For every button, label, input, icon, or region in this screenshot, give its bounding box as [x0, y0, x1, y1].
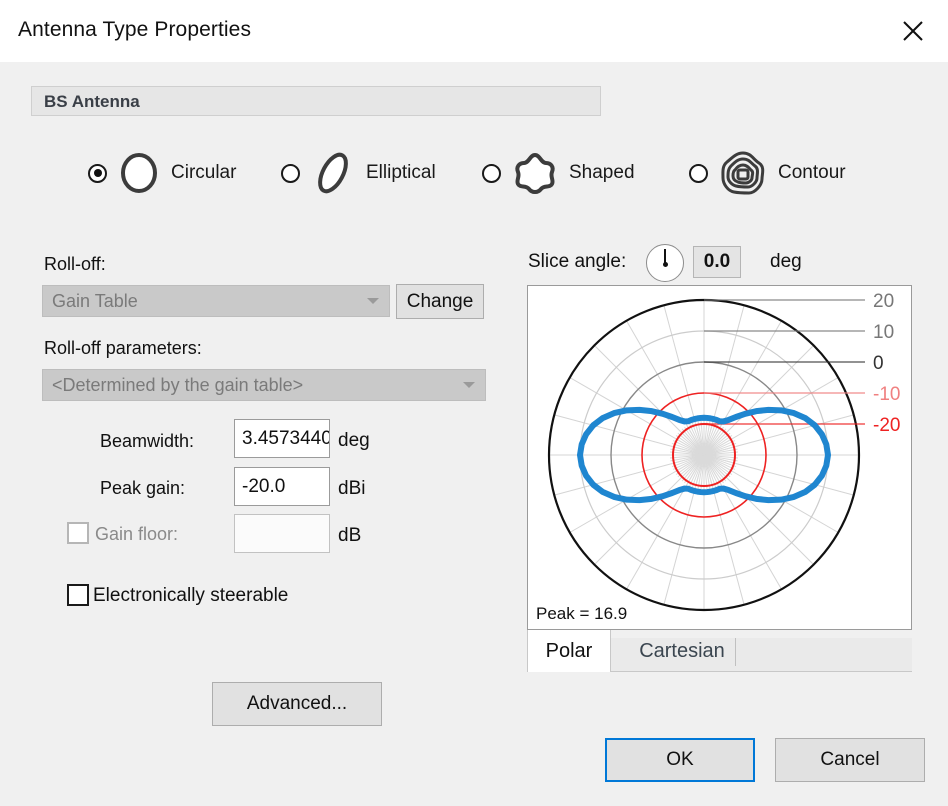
page-title: Antenna Type Properties	[18, 18, 252, 41]
beamwidth-label: Beamwidth:	[100, 431, 195, 451]
polar-plot-panel: 20 10 0 -10 -20 Peak = 16.9	[527, 285, 912, 630]
electronically-steerable-label: Electronically steerable	[93, 585, 289, 606]
slice-angle-unit: deg	[770, 251, 802, 272]
gain-floor-input[interactable]	[234, 514, 330, 553]
antenna-group-label: BS Antenna	[44, 92, 140, 111]
rolloff-label: Roll-off:	[44, 254, 106, 274]
beamwidth-input[interactable]: 3.4573440	[234, 419, 330, 458]
peak-gain-unit: dBi	[338, 478, 366, 499]
polar-plot: 20 10 0 -10 -20	[547, 291, 900, 612]
antenna-type-properties-dialog: Antenna Type Properties BS Antenna Circu…	[0, 0, 948, 806]
antenna-type-label-contour: Contour	[778, 162, 846, 183]
change-button[interactable]: Change	[396, 284, 484, 319]
antenna-type-option-shaped[interactable]: Shaped	[482, 146, 635, 200]
nested-contour-icon	[721, 151, 765, 195]
title-bar: Antenna Type Properties	[0, 0, 948, 62]
rolloff-select-value: Gain Table	[52, 290, 138, 311]
close-icon[interactable]	[888, 8, 938, 54]
radio-circular[interactable]	[88, 163, 107, 183]
gain-floor-label: Gain floor:	[95, 524, 179, 544]
antenna-type-option-circular[interactable]: Circular	[88, 146, 236, 200]
ellipse-outline-icon	[318, 152, 348, 194]
rolloff-parameters-value: <Determined by the gain table>	[52, 374, 304, 395]
svg-text:0: 0	[873, 353, 884, 374]
peak-gain-value: -20.0	[242, 475, 286, 497]
rolloff-select[interactable]: Gain Table	[42, 285, 390, 317]
beamwidth-unit: deg	[338, 430, 370, 451]
svg-text:10: 10	[873, 322, 894, 343]
electronically-steerable-checkbox[interactable]	[67, 584, 89, 606]
antenna-group-band: BS Antenna	[31, 86, 601, 116]
plot-tabstrip: Polar Cartesian	[527, 630, 912, 672]
radio-contour[interactable]	[689, 163, 708, 183]
gain-floor-unit: dB	[338, 525, 362, 546]
ok-button[interactable]: OK	[605, 738, 755, 782]
peak-gain-input[interactable]: -20.0	[234, 467, 330, 506]
gain-floor-checkbox[interactable]	[67, 522, 89, 544]
tab-polar[interactable]: Polar	[527, 630, 611, 672]
antenna-type-option-contour[interactable]: Contour	[689, 146, 846, 200]
antenna-type-radio-group: Circular Elliptical Shaped Contour	[0, 146, 948, 202]
radio-elliptical[interactable]	[281, 163, 300, 183]
antenna-type-option-elliptical[interactable]: Elliptical	[281, 146, 436, 200]
chevron-down-icon	[367, 298, 379, 304]
svg-text:-10: -10	[873, 384, 900, 405]
dial-knob-icon[interactable]	[646, 244, 684, 282]
svg-text:20: 20	[873, 291, 894, 312]
cancel-button[interactable]: Cancel	[775, 738, 925, 782]
circle-outline-icon	[121, 153, 157, 193]
antenna-type-label-elliptical: Elliptical	[366, 162, 436, 183]
rolloff-parameters-select[interactable]: <Determined by the gain table>	[42, 369, 486, 401]
antenna-type-label-shaped: Shaped	[569, 162, 635, 183]
peak-value-label: Peak = 16.9	[536, 604, 628, 623]
rolloff-parameters-label: Roll-off parameters:	[44, 338, 202, 358]
slice-angle-label: Slice angle:	[528, 251, 627, 272]
radio-shaped[interactable]	[482, 163, 501, 183]
antenna-type-label-circular: Circular	[171, 162, 237, 183]
advanced-button[interactable]: Advanced...	[212, 682, 382, 726]
tab-cartesian[interactable]: Cartesian	[617, 630, 747, 672]
chevron-down-icon	[463, 382, 475, 388]
blob-star-icon	[515, 153, 555, 194]
svg-text:-20: -20	[873, 415, 900, 436]
beamwidth-value: 3.4573440	[242, 427, 330, 449]
slice-angle-value[interactable]: 0.0	[693, 246, 741, 278]
tab-divider	[735, 638, 736, 666]
peak-gain-label: Peak gain:	[100, 478, 186, 498]
